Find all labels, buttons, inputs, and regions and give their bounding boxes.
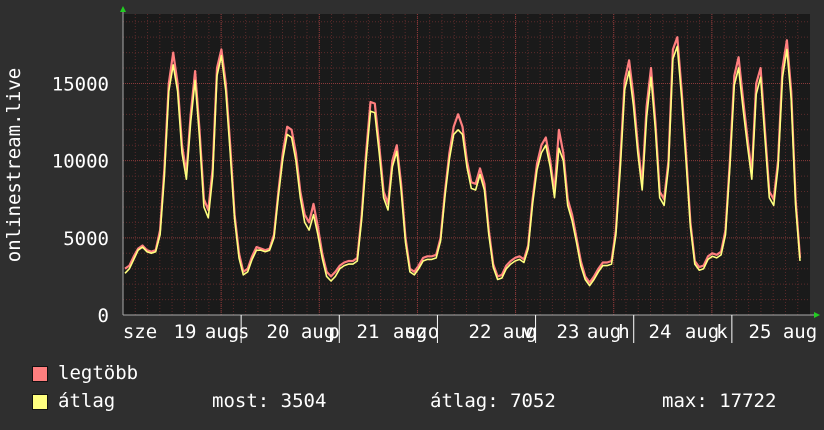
x-tick-label: v (522, 321, 533, 343)
x-tick-label: 25 (749, 321, 772, 343)
x-tick-label: aug (685, 321, 719, 343)
stat-average: átlag: 7052 (430, 390, 556, 412)
x-tick-label: p (328, 321, 339, 343)
x-tick-label: 22 (469, 321, 492, 343)
x-tick-label: aug (783, 321, 817, 343)
legend-swatch-max (32, 366, 48, 382)
x-axis-arrow (814, 312, 820, 318)
x-tick-label: 19 (174, 321, 197, 343)
x-tick-label: 20 (267, 321, 290, 343)
legend-label-avg: átlag (58, 390, 116, 412)
x-tick-label: aug (587, 321, 621, 343)
y-axis-arrow (120, 6, 126, 12)
x-tick-label: k (716, 321, 728, 343)
legend-label-max: legtöbb (58, 362, 139, 384)
x-tick-label: cs (227, 321, 250, 343)
y-tick-label: 5000 (63, 228, 109, 250)
x-tick-label: 23 (557, 321, 580, 343)
x-tick-label: 21 (357, 321, 380, 343)
y-tick-label: 0 (98, 305, 109, 327)
x-tick-label: sze (123, 321, 157, 343)
y-tick-label: 10000 (52, 151, 109, 173)
stat-current: most: 3504 (212, 390, 327, 412)
y-axis-label: onlinestream.live (3, 68, 25, 262)
x-tick-label: szo (405, 321, 439, 343)
x-tick-label: h (618, 321, 629, 343)
stat-max: max: 17722 (662, 390, 777, 412)
y-tick-label: 15000 (52, 73, 109, 95)
x-tick-label: 24 (649, 321, 672, 343)
legend-swatch-avg (32, 394, 48, 410)
